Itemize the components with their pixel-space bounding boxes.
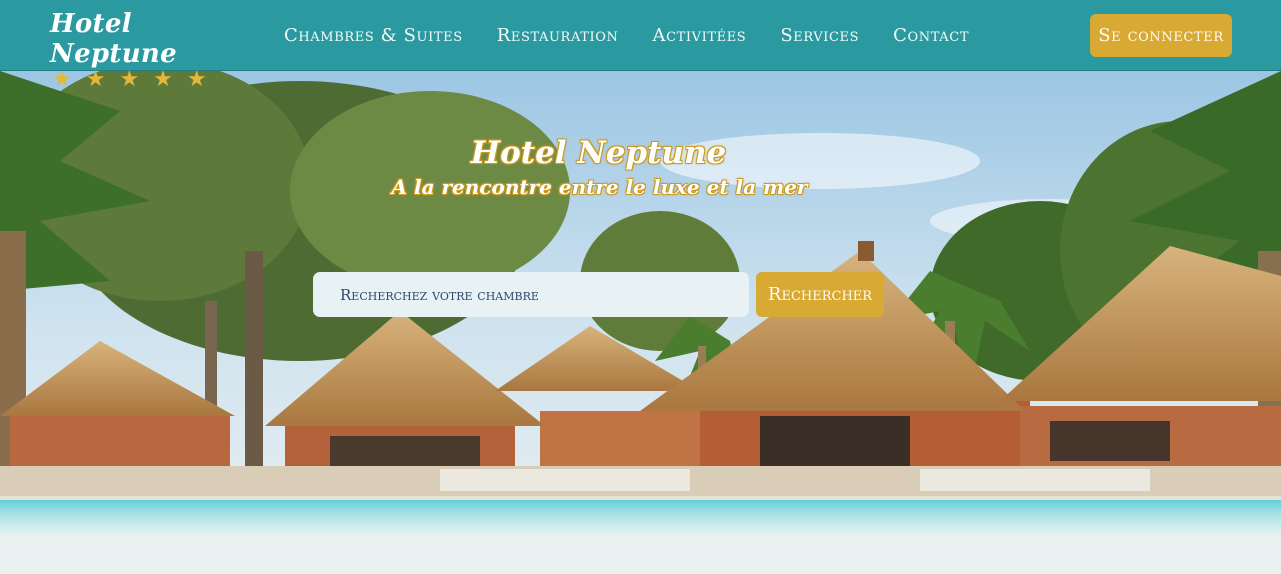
nav-link-restauration[interactable]: Restauration	[497, 25, 619, 47]
hero-section: Hotel Neptune A la rencontre entre le lu…	[0, 71, 1281, 534]
hero-subtitle: A la rencontre entre le luxe et la mer	[391, 175, 808, 199]
brand-name: Hotel Neptune	[50, 9, 177, 69]
nav-link-activitees[interactable]: Activitées	[652, 25, 746, 47]
room-search-input[interactable]	[313, 272, 749, 317]
nav-link-chambres-suites[interactable]: Chambres & Suites	[284, 25, 463, 47]
nav-link-services[interactable]: Services	[780, 25, 859, 47]
hero-bottom-fade	[0, 494, 1281, 534]
page-body	[0, 534, 1281, 574]
star-rating-icon: ★★★★★	[52, 67, 221, 92]
hero-title: Hotel Neptune	[470, 135, 727, 171]
login-button[interactable]: Se connecter	[1090, 14, 1232, 57]
navbar: Hotel Neptune ★★★★★ Chambres & Suites Re…	[0, 0, 1281, 91]
main-nav: Chambres & Suites Restauration Activitée…	[284, 25, 969, 47]
nav-link-contact[interactable]: Contact	[893, 25, 969, 47]
search-button[interactable]: Rechercher	[756, 272, 884, 317]
brand-logo[interactable]: Hotel Neptune ★★★★★	[50, 9, 230, 91]
